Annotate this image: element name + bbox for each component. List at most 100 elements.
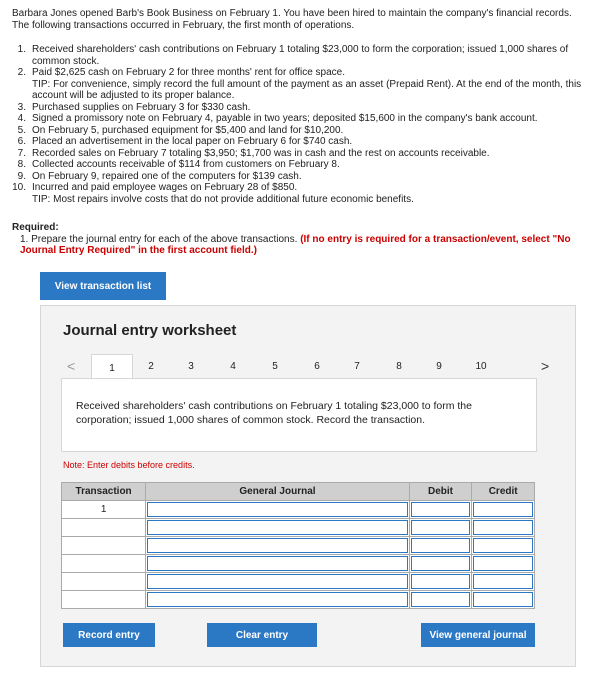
transaction-number: 1. [17,44,26,55]
column-header-general-journal: General Journal [145,482,410,501]
debit-input[interactable] [410,556,471,571]
tab-transaction-9[interactable]: 9 [419,354,459,378]
credit-cell [471,536,535,555]
required-title: Required: [12,222,59,233]
transaction-item: 5. On February 5, purchased equipment for… [12,125,582,137]
debit-input[interactable] [410,592,471,607]
transaction-item: 8. Collected accounts receivable of $114 … [12,159,582,171]
next-arrow-icon[interactable]: > [541,358,549,374]
transaction-number: 5. [17,124,26,136]
column-header-transaction: Transaction [60,482,147,501]
transaction-item: 1. Received shareholders' cash contributi… [12,44,582,67]
debit-input[interactable] [410,574,471,589]
account-cell [145,536,410,555]
transaction-text: Recorded sales on February 7 totaling $3… [32,147,490,159]
transaction-cell [60,572,147,591]
credit-input[interactable] [473,520,533,535]
transaction-text: Placed an advertisement in the local pap… [32,136,353,147]
view-transaction-list-button[interactable]: View transaction list [40,272,166,300]
account-cell [145,590,410,609]
required-item-number: 1. [20,233,29,245]
account-input[interactable] [147,520,408,535]
clear-entry-button[interactable]: Clear entry [207,623,317,647]
transaction-cell [60,518,147,537]
transaction-item: 7. Recorded sales on February 7 totaling … [12,148,582,160]
transaction-number: 10. [12,182,26,193]
tab-transaction-7[interactable]: 7 [337,354,377,378]
debit-input[interactable] [410,538,471,553]
tab-transaction-4[interactable]: 4 [213,354,253,378]
credit-cell [471,572,535,591]
transaction-item: 4. Signed a promissory note on February 4… [12,113,582,125]
worksheet-title: Journal entry worksheet [63,322,237,339]
worksheet-tabs: < > 1 2 3 4 5 6 7 8 9 10 [61,352,561,381]
credit-cell [471,500,535,519]
transaction-number: 2. [17,67,26,78]
transaction-item: 2. Paid $2,625 cash on February 2 for thr… [12,67,582,102]
view-general-journal-button[interactable]: View general journal [421,623,535,647]
transaction-description: Received shareholders' cash contribution… [76,400,472,426]
credit-input[interactable] [473,556,533,571]
transaction-number: 9. [17,170,26,182]
transaction-number: 3. [17,101,26,113]
transaction-text: Incurred and paid employee wages on Febr… [32,182,298,193]
tab-transaction-6[interactable]: 6 [297,354,337,378]
required-item-text: Prepare the journal entry for each of th… [31,233,298,245]
transaction-list: 1. Received shareholders' cash contributi… [12,44,582,205]
account-input[interactable] [147,592,408,607]
tab-transaction-1[interactable]: 1 [91,354,133,381]
journal-entry-worksheet: Journal entry worksheet < > 1 2 3 4 5 6 7 8 9 10 … [40,305,576,667]
account-cell [145,572,410,591]
transaction-tip: TIP: For convenience, simply record the … [32,78,582,102]
debit-cell [408,500,473,519]
account-input[interactable] [147,502,408,517]
transaction-cell: 1 [60,500,147,519]
table-row [60,518,535,537]
account-cell [145,554,410,573]
transaction-cell [60,590,147,609]
transaction-item: 9. On February 9, repaired one of the com… [12,171,582,183]
transaction-item: 3. Purchased supplies on February 3 for $… [12,102,582,114]
debit-input[interactable] [410,520,471,535]
account-cell [145,500,410,519]
transaction-number: 7. [17,147,26,159]
tab-transaction-5[interactable]: 5 [255,354,295,378]
transaction-text: Received shareholders' cash contribution… [32,44,569,67]
credit-input[interactable] [473,574,533,589]
account-input[interactable] [147,556,408,571]
tab-transaction-3[interactable]: 3 [171,354,211,378]
credit-input[interactable] [473,538,533,553]
table-row [60,590,535,609]
transaction-tip: TIP: Most repairs involve costs that do … [32,193,414,205]
transaction-number: 8. [17,159,26,170]
debit-cell [408,536,473,555]
account-input[interactable] [147,538,408,553]
table-row [60,572,535,591]
transaction-text: On February 5, purchased equipment for $… [32,124,344,136]
previous-arrow-icon[interactable]: < [67,358,75,374]
credit-input[interactable] [473,592,533,607]
transaction-number: 6. [17,136,26,147]
transaction-text: Purchased supplies on February 3 for $33… [32,101,251,113]
credit-input[interactable] [473,502,533,517]
debit-input[interactable] [410,502,471,517]
intro-text: Barbara Jones opened Barb's Book Busines… [12,8,572,31]
credit-cell [471,590,535,609]
transaction-number: 4. [17,113,26,124]
transaction-description-box: Received shareholders' cash contribution… [61,378,537,452]
required-section: Required: 1. Prepare the journal entry f… [12,222,582,257]
record-entry-button[interactable]: Record entry [63,623,155,647]
credit-cell [471,554,535,573]
tab-transaction-10[interactable]: 10 [461,354,501,378]
transaction-cell [60,554,147,573]
required-item: 1. Prepare the journal entry for each of… [12,234,582,257]
transaction-cell [60,536,147,555]
account-input[interactable] [147,574,408,589]
debit-credit-note: Note: Enter debits before credits. [63,460,195,470]
transaction-text: Collected accounts receivable of $114 fr… [32,159,340,170]
transaction-item: 6. Placed an advertisement in the local p… [12,136,582,148]
transaction-item: 10. Incurred and paid employee wages on F… [12,182,582,205]
table-row [60,554,535,573]
tab-transaction-2[interactable]: 2 [131,354,171,378]
tab-transaction-8[interactable]: 8 [379,354,419,378]
